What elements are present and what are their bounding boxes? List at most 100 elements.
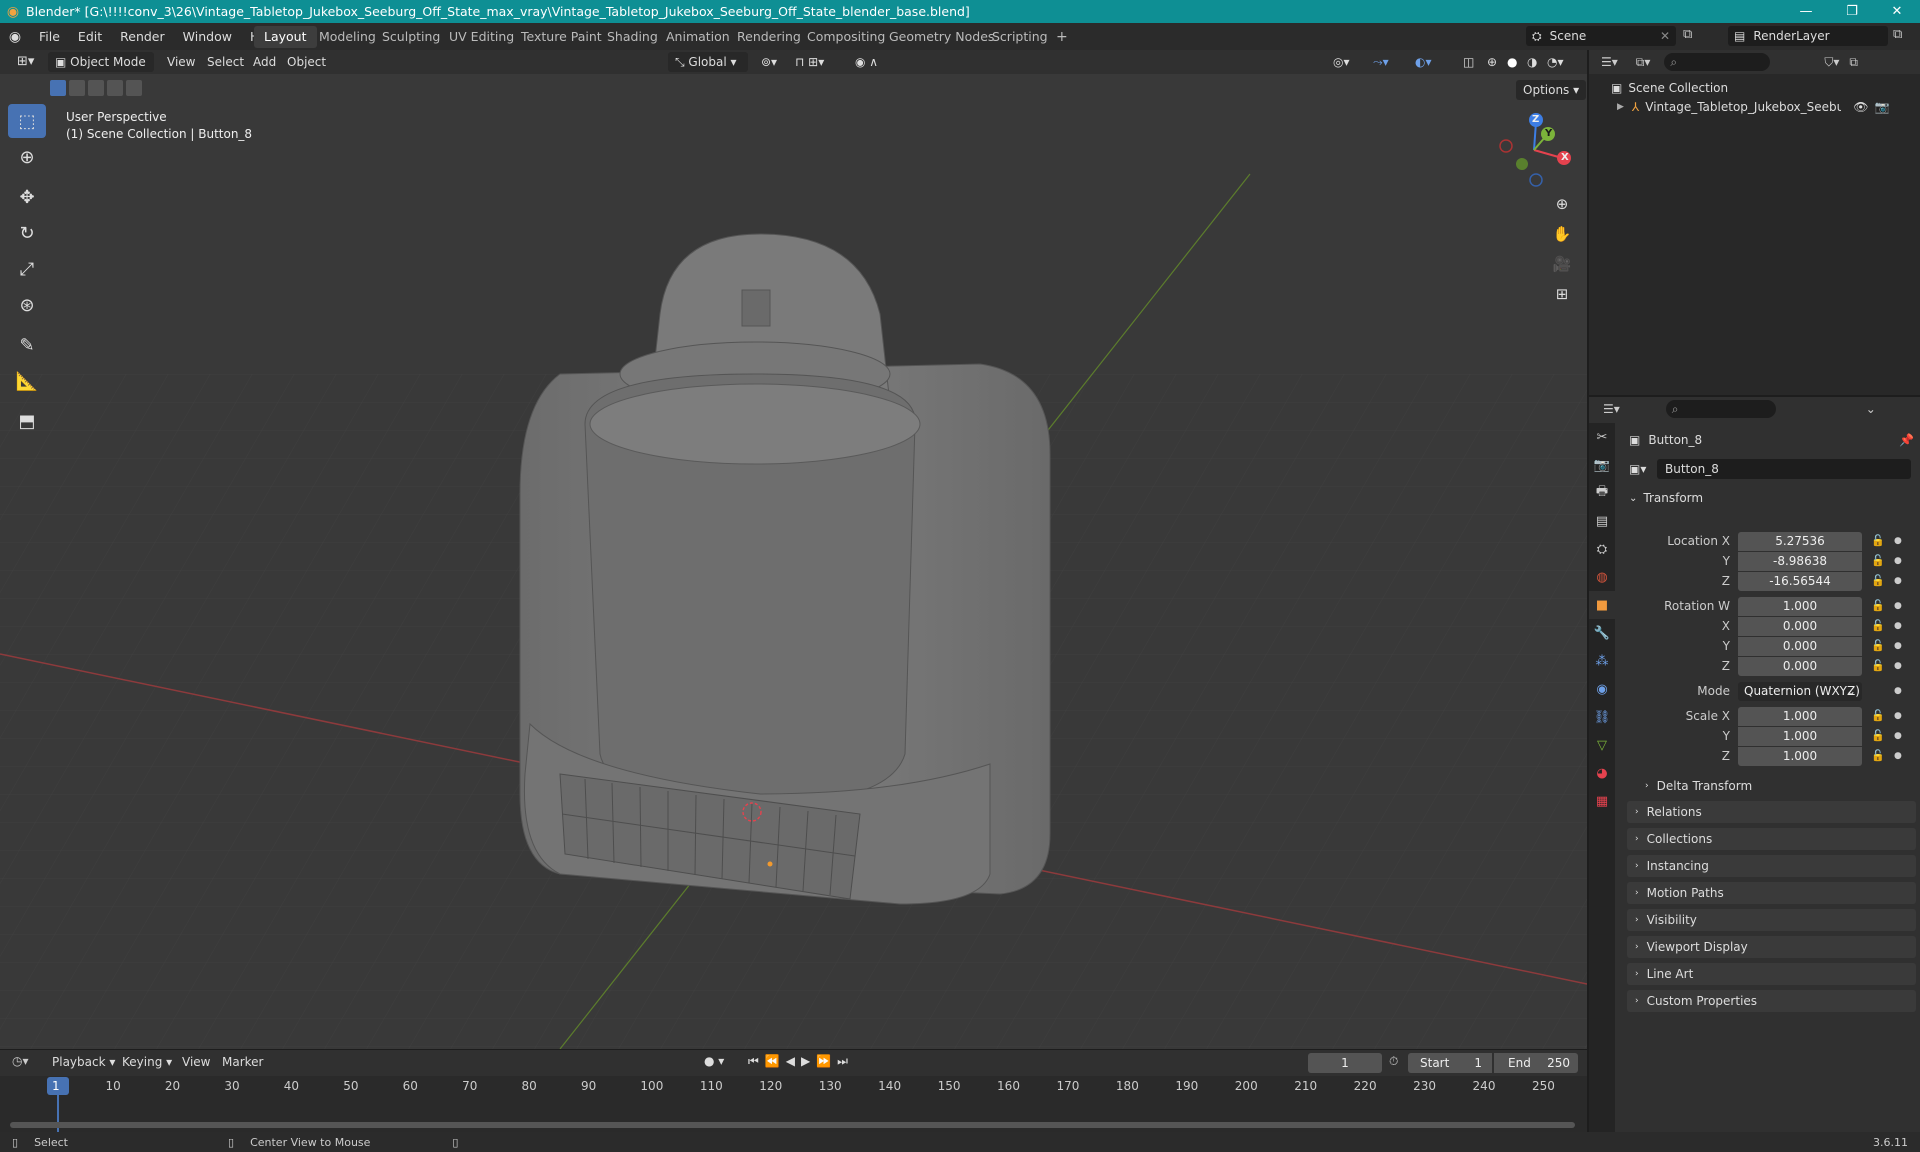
- visibility-panel[interactable]: › Visibility: [1627, 909, 1916, 931]
- marker-menu[interactable]: Marker: [222, 1055, 263, 1069]
- object-browse-icon[interactable]: ▣▾: [1629, 462, 1657, 476]
- pin-icon[interactable]: 📌: [1899, 433, 1914, 447]
- keyframe-dot-icon[interactable]: ●: [1894, 751, 1902, 761]
- select-extend-icon[interactable]: [69, 80, 85, 96]
- lock-icon[interactable]: 🔓: [1871, 749, 1885, 762]
- move-tool-icon[interactable]: ✥: [8, 180, 46, 214]
- keyframe-dot-icon[interactable]: ●: [1894, 601, 1902, 611]
- delta-transform-panel[interactable]: › Delta Transform: [1637, 775, 1916, 797]
- rotation-w-field[interactable]: 1.000: [1738, 597, 1862, 616]
- keyframe-dot-icon[interactable]: ●: [1894, 556, 1902, 566]
- end-frame-field[interactable]: End 250: [1494, 1053, 1578, 1073]
- output-tab-icon[interactable]: 🖶: [1589, 479, 1615, 507]
- playback-menu[interactable]: Playback ▾: [52, 1055, 115, 1069]
- view-layer-selector[interactable]: ▤ RenderLayer: [1728, 26, 1888, 46]
- rotation-mode-dropdown[interactable]: Quaternion (WXYZ) ⌄: [1738, 682, 1862, 701]
- display-mode-icon[interactable]: ⧉▾: [1636, 55, 1651, 70]
- material-tab-icon[interactable]: ◕: [1589, 759, 1615, 787]
- editor-type-icon[interactable]: ⊞▾: [10, 52, 41, 72]
- new-collection-icon[interactable]: ⧉: [1849, 55, 1858, 70]
- proportional-edit-icon[interactable]: ◉ ∧: [848, 52, 885, 72]
- rotation-x-field[interactable]: 0.000: [1738, 617, 1862, 636]
- object-name-field[interactable]: Button_8: [1657, 459, 1911, 479]
- snap-icon[interactable]: ⊓ ⊞▾: [788, 52, 831, 72]
- new-scene-icon[interactable]: ⧉: [1683, 27, 1692, 42]
- menu-object[interactable]: Object: [280, 52, 333, 72]
- location-x-field[interactable]: 5.27536: [1738, 532, 1862, 551]
- keyframe-dot-icon[interactable]: ●: [1894, 686, 1902, 696]
- measure-tool-icon[interactable]: 📐: [8, 364, 46, 398]
- timeline-view-menu[interactable]: View: [182, 1055, 210, 1069]
- viewport-display-panel[interactable]: › Viewport Display: [1627, 936, 1916, 958]
- zoom-icon[interactable]: ⊕: [1548, 190, 1576, 218]
- scene-tab-icon[interactable]: ⛭: [1589, 535, 1615, 563]
- maximize-button[interactable]: ❐: [1829, 0, 1875, 23]
- keyframe-dot-icon[interactable]: ●: [1894, 731, 1902, 741]
- new-view-layer-icon[interactable]: ⧉: [1893, 27, 1902, 42]
- outliner-editor-icon[interactable]: ☰▾: [1601, 55, 1618, 69]
- timeline-editor-icon[interactable]: ◷▾: [12, 1054, 29, 1068]
- record-icon[interactable]: ● ▾: [704, 1054, 724, 1068]
- rotation-y-field[interactable]: 0.000: [1738, 637, 1862, 656]
- tool-tab-icon[interactable]: ✂: [1589, 423, 1615, 451]
- add-cube-tool-icon[interactable]: ⬒: [8, 404, 46, 438]
- 3d-viewport[interactable]: User Perspective (1) Scene Collection | …: [0, 74, 1587, 1049]
- timeline-scrollbar[interactable]: [10, 1122, 1575, 1128]
- pan-hand-icon[interactable]: ✋: [1548, 220, 1576, 248]
- shading-rendered-icon[interactable]: ◔▾: [1540, 52, 1571, 72]
- transform-panel-header[interactable]: ⌄ Transform: [1621, 487, 1916, 509]
- constraints-tab-icon[interactable]: ⛓: [1589, 703, 1615, 731]
- scene-selector[interactable]: ⛭ Scene ✕: [1526, 26, 1676, 46]
- menu-add[interactable]: Add: [246, 52, 283, 72]
- scale-tool-icon[interactable]: ⤢: [8, 252, 46, 286]
- options-chevron-icon[interactable]: ⌄: [1866, 402, 1876, 416]
- instancing-panel[interactable]: › Instancing: [1627, 855, 1916, 877]
- lock-icon[interactable]: 🔓: [1871, 534, 1885, 547]
- physics-tab-icon[interactable]: ◉: [1589, 675, 1615, 703]
- motion-paths-panel[interactable]: › Motion Paths: [1627, 882, 1916, 904]
- world-tab-icon[interactable]: ◍: [1589, 563, 1615, 591]
- lock-icon[interactable]: 🔓: [1871, 639, 1885, 652]
- lock-icon[interactable]: 🔓: [1871, 554, 1885, 567]
- texture-tab-icon[interactable]: ▦: [1589, 787, 1615, 815]
- object-tab-icon[interactable]: ■: [1589, 591, 1615, 619]
- select-box-tool-icon[interactable]: ⬚: [8, 104, 46, 138]
- scale-y-field[interactable]: 1.000: [1738, 727, 1862, 746]
- start-frame-field[interactable]: Start 1: [1408, 1053, 1492, 1073]
- keyframe-dot-icon[interactable]: ●: [1894, 536, 1902, 546]
- menu-view[interactable]: View: [160, 52, 202, 72]
- view-layer-tab-icon[interactable]: ▤: [1589, 507, 1615, 535]
- menu-file[interactable]: File: [30, 29, 69, 44]
- lock-icon[interactable]: 🔓: [1871, 729, 1885, 742]
- mode-dropdown[interactable]: ▣ Object Mode ▾: [48, 52, 154, 89]
- select-intersect-icon[interactable]: [126, 80, 142, 96]
- eye-icon[interactable]: 👁: [1853, 100, 1868, 114]
- lock-icon[interactable]: 🔓: [1871, 659, 1885, 672]
- pivot-icon[interactable]: ⊚▾: [754, 52, 784, 72]
- camera-icon[interactable]: 🎥: [1548, 250, 1576, 278]
- data-tab-icon[interactable]: ▽: [1589, 731, 1615, 759]
- lock-icon[interactable]: 🔓: [1871, 599, 1885, 612]
- keyframe-dot-icon[interactable]: ●: [1894, 576, 1902, 586]
- orientation-dropdown[interactable]: ⤡ Global ▾: [668, 52, 748, 72]
- render-camera-icon[interactable]: 📷: [1875, 100, 1890, 114]
- stopwatch-icon[interactable]: ⏱: [1389, 1054, 1398, 1069]
- keying-menu[interactable]: Keying ▾: [122, 1055, 172, 1069]
- playback-controls[interactable]: ⏮⏪◀▶⏩⏭: [748, 1054, 854, 1069]
- transform-tool-icon[interactable]: ⊛: [8, 288, 46, 322]
- expand-icon[interactable]: ▶: [1617, 102, 1624, 112]
- custom-properties-panel[interactable]: › Custom Properties: [1627, 990, 1916, 1012]
- visibility-icon[interactable]: ◎▾: [1326, 52, 1357, 72]
- close-button[interactable]: ✕: [1874, 0, 1920, 23]
- xray-icon[interactable]: ◫: [1456, 52, 1481, 72]
- rotation-z-field[interactable]: 0.000: [1738, 657, 1862, 676]
- keyframe-dot-icon[interactable]: ●: [1894, 621, 1902, 631]
- overlays-icon[interactable]: ◐▾: [1408, 52, 1439, 72]
- menu-select[interactable]: Select: [200, 52, 251, 72]
- collections-panel[interactable]: › Collections: [1627, 828, 1916, 850]
- menu-render[interactable]: Render: [111, 29, 174, 44]
- blender-menu-icon[interactable]: ◉: [0, 29, 30, 45]
- lock-icon[interactable]: 🔓: [1871, 619, 1885, 632]
- particles-tab-icon[interactable]: ⁂: [1589, 647, 1615, 675]
- modifier-tab-icon[interactable]: 🔧: [1589, 619, 1615, 647]
